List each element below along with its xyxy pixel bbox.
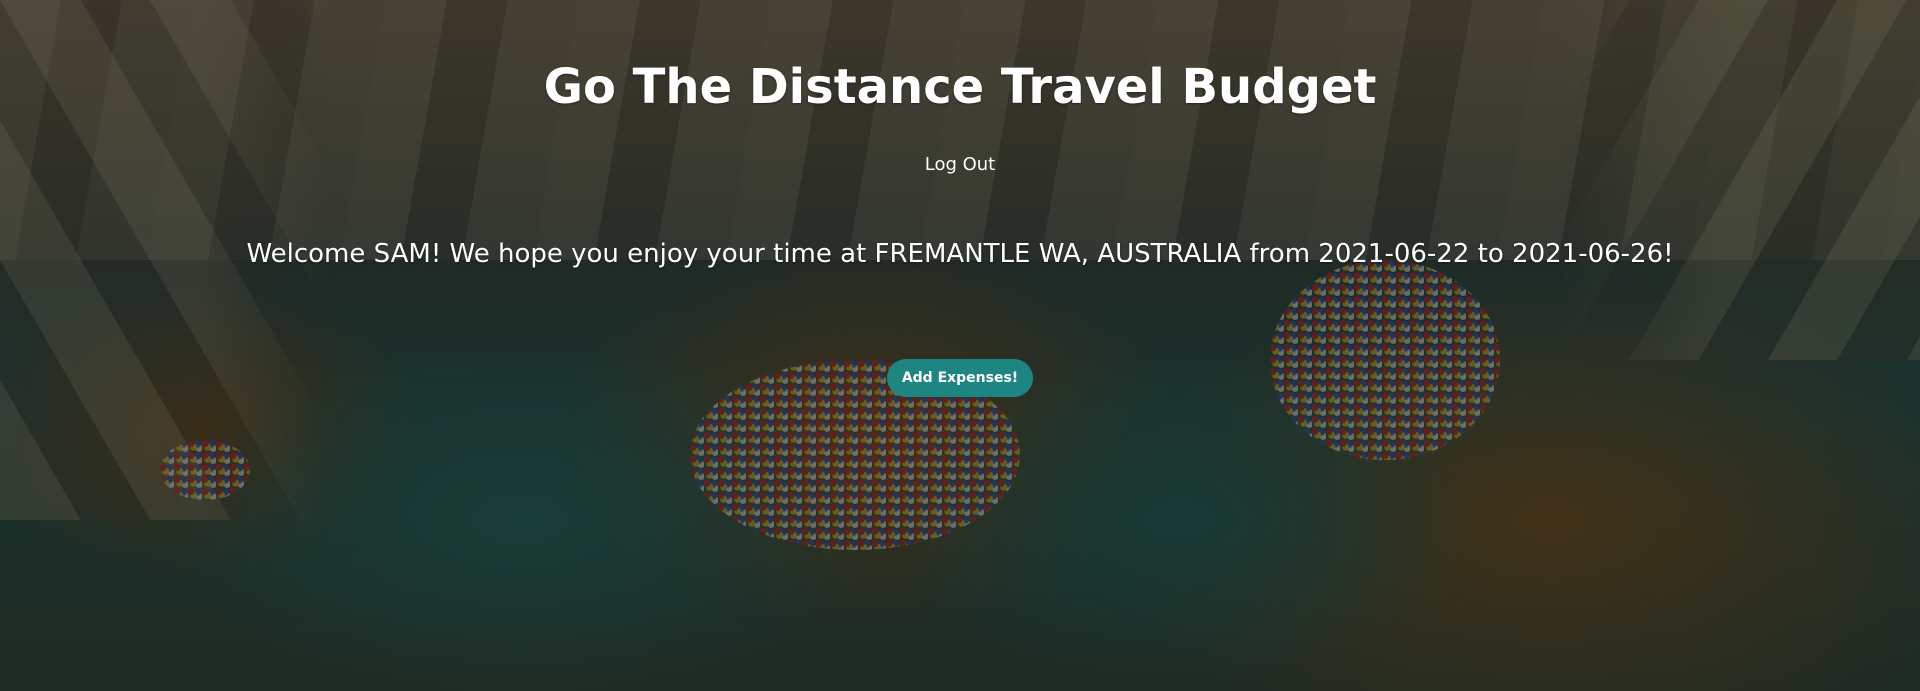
add-expenses-button[interactable]: Add Expenses! [887,359,1033,397]
welcome-message: Welcome SAM! We hope you enjoy your time… [246,239,1674,269]
logout-link[interactable]: Log Out [910,152,1010,178]
page-title: Go The Distance Travel Budget [543,59,1377,115]
hero-section: Go The Distance Travel Budget Log Out We… [0,0,1920,691]
